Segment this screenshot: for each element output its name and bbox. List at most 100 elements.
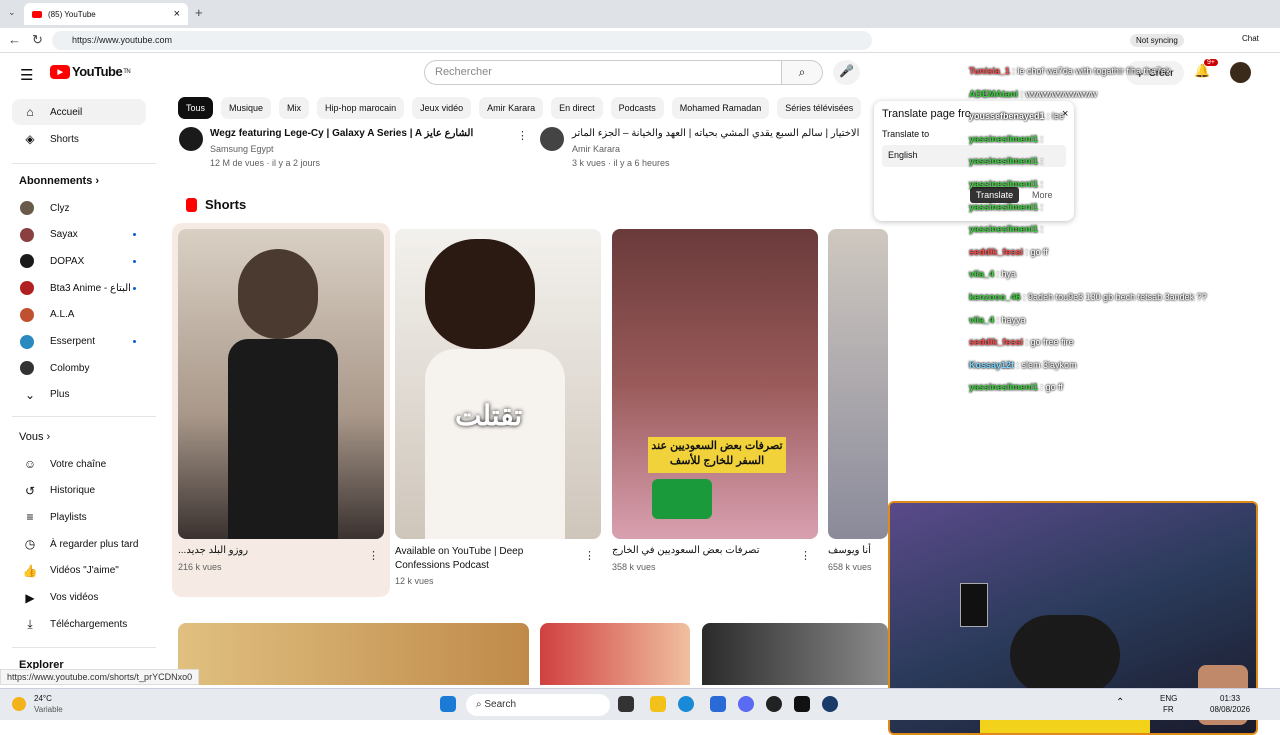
taskbar-search[interactable]: ⌕ Search [466, 694, 610, 716]
subscription-item[interactable]: Colomby [12, 355, 146, 381]
filter-chip[interactable]: Séries télévisées [777, 97, 862, 119]
filter-chip[interactable]: Hip-hop marocain [317, 97, 405, 119]
steam-icon[interactable] [822, 696, 838, 712]
shorts-icon: ◈ [25, 132, 35, 146]
chat-username: yassineslimeni1 [969, 156, 1039, 167]
video-title[interactable]: Wegz featuring Lege-Cy | Galaxy A Series… [210, 128, 473, 139]
video-thumbnail[interactable] [702, 623, 888, 685]
clock-time[interactable]: 01:33 [1220, 694, 1240, 703]
chat-text: hya [1001, 269, 1017, 280]
close-tab-icon[interactable]: × [174, 8, 180, 20]
more-vert-icon[interactable]: ⋮ [800, 549, 811, 562]
subscription-item[interactable]: ⌄ Plus [12, 382, 146, 408]
sidebar-item-shorts[interactable]: ◈ Shorts [12, 126, 146, 152]
sidebar-item-download[interactable]: ⤓ Téléchargements [12, 611, 146, 637]
channel-avatar[interactable] [540, 127, 564, 151]
tab-list-icon[interactable]: ⌄ [8, 7, 16, 18]
sidebar-item-label: Vos vidéos [50, 592, 99, 603]
filter-chip[interactable]: Amir Karara [479, 97, 544, 119]
discord-icon[interactable] [738, 696, 754, 712]
obs-icon[interactable] [766, 696, 782, 712]
more-vert-icon[interactable]: ⋮ [368, 549, 379, 562]
sidebar-item-your-videos[interactable]: ▶ Vos vidéos [12, 585, 146, 611]
filter-chip[interactable]: Jeux vidéo [412, 97, 472, 119]
weather-icon[interactable] [12, 697, 26, 711]
filter-chip[interactable]: En direct [551, 97, 603, 119]
sidebar-item-like[interactable]: 👍 Vidéos "J'aime" [12, 558, 146, 584]
history-icon: ↺ [24, 483, 36, 498]
sidebar-item-accueil[interactable]: ⌂ Accueil [12, 99, 146, 125]
chat-username: seddik_fessi [969, 246, 1024, 257]
avatar [20, 201, 34, 215]
channel-icon: ☺ [23, 457, 37, 471]
sidebar-item-playlists[interactable]: ≡ Playlists [12, 504, 146, 530]
not-syncing-badge[interactable]: Not syncing [1130, 34, 1184, 47]
short-title[interactable]: Available on YouTube | Deep Confessions … [395, 545, 575, 573]
store-icon[interactable] [710, 696, 726, 712]
filter-chip[interactable]: Musique [221, 97, 272, 119]
chat-button[interactable]: Chat [1242, 34, 1259, 43]
chat-text: go free fire [1030, 337, 1074, 348]
short-title[interactable]: ...روزو البلد جديد [178, 545, 248, 556]
short-thumbnail[interactable]: تصرفات بعض السعوديين عند السفر للخارج لل… [612, 229, 818, 539]
filter-chip[interactable]: Tous [178, 97, 214, 119]
stream-chat-overlay: Tunisia_1 : le chof wa7da with togathir … [967, 53, 1257, 405]
subscription-item[interactable]: Bta3 Anime - البتاع [12, 275, 146, 301]
sidebar-item-channel[interactable]: ☺ Votre chaîne [12, 451, 146, 477]
short-thumbnail[interactable] [828, 229, 888, 539]
chat-text: slem 3laykom [1021, 359, 1077, 370]
tab-youtube[interactable]: (85) YouTube × [24, 3, 188, 25]
chat-text: go ff [1030, 246, 1048, 257]
short-thumbnail[interactable] [178, 229, 384, 539]
new-tab-icon[interactable]: + [195, 5, 203, 20]
filter-chip[interactable]: Mohamed Ramadan [671, 97, 770, 119]
subscription-item[interactable]: DOPAX [12, 248, 146, 274]
reload-icon[interactable]: ↻ [32, 32, 43, 48]
subscription-item[interactable]: A.L.A [12, 302, 146, 328]
chevron-right-icon: › [95, 175, 100, 187]
video-thumbnail[interactable] [178, 623, 529, 685]
short-title[interactable]: تصرفات بعض السعوديين في الخارج [612, 545, 760, 556]
file-explorer-icon[interactable] [650, 696, 666, 712]
subscription-item[interactable]: Sayax [12, 222, 146, 248]
subscriptions-header[interactable]: Abonnements › [19, 175, 99, 187]
filter-chip[interactable]: Mix [279, 97, 310, 119]
more-vert-icon[interactable]: ⋮ [584, 549, 595, 562]
edge-icon[interactable] [678, 696, 694, 712]
voice-search-button[interactable]: 🎤 [833, 60, 860, 85]
filter-chip[interactable]: Podcasts [610, 97, 664, 119]
sidebar-item-watch-later[interactable]: ◷ À regarder plus tard [12, 531, 146, 557]
your-videos-icon: ▶ [25, 590, 35, 605]
url-field[interactable]: https://www.youtube.com [52, 31, 872, 50]
search-input[interactable]: Rechercher [424, 60, 782, 85]
channel-avatar[interactable] [179, 127, 203, 151]
short-views: 216 k vues [178, 562, 222, 572]
app-icon[interactable] [794, 696, 810, 712]
task-view-icon[interactable] [618, 696, 634, 712]
short-title[interactable]: أنا ويوسف [828, 545, 871, 556]
you-header-label: Vous [19, 431, 44, 443]
search-button[interactable]: ⌕ [781, 60, 823, 85]
shorts-icon [186, 197, 197, 212]
chat-text: 9adeh tou9e3 130 gb bech tetsab 3andek ?… [1028, 292, 1207, 302]
chevron-up-icon[interactable]: ⌃ [1116, 697, 1124, 708]
back-icon[interactable]: ← [8, 32, 21, 47]
status-bar-url: https://www.youtube.com/shorts/t_prYCDNx… [0, 669, 200, 685]
video-channel[interactable]: Samsung Egypt [210, 144, 274, 154]
you-header[interactable]: Vous › [19, 431, 50, 443]
video-title[interactable]: الاختيار | سالم السبع يقدي المشي بحياته … [572, 128, 859, 139]
more-vert-icon[interactable]: ⋮ [517, 129, 528, 142]
clock-date: 08/08/2026 [1210, 705, 1251, 714]
short-thumbnail[interactable]: تقتلت [395, 229, 601, 539]
language-indicator[interactable]: ENG [1160, 694, 1177, 703]
video-channel[interactable]: Amir Karara [572, 144, 620, 154]
subscription-item[interactable]: Clyz [12, 195, 146, 221]
sidebar-item-history[interactable]: ↺ Historique [12, 478, 146, 504]
streamer-headset [1010, 615, 1120, 695]
video-thumbnail[interactable] [540, 623, 690, 685]
poster [960, 583, 988, 627]
subscription-item[interactable]: Esserpent [12, 329, 146, 355]
url-text: https://www.youtube.com [72, 35, 173, 45]
avatar [20, 334, 34, 349]
windows-start-icon[interactable] [440, 696, 456, 712]
